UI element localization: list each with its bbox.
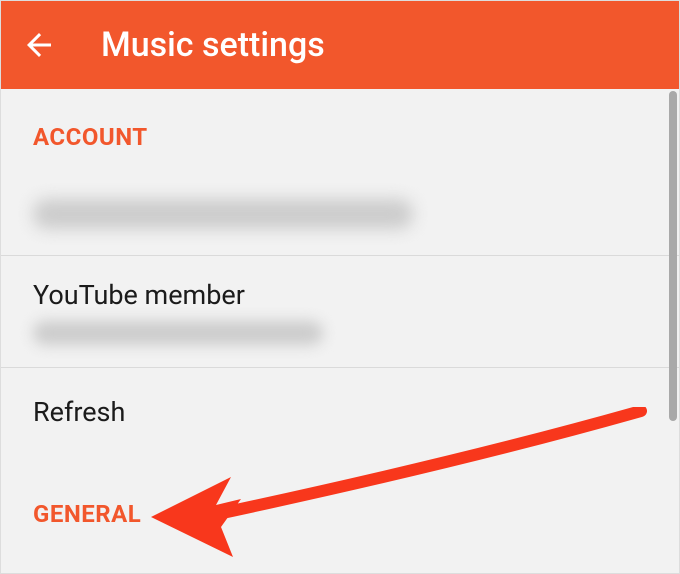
youtube-member-subtitle-redacted	[33, 321, 323, 345]
app-bar: Music settings	[1, 1, 679, 89]
youtube-member-title: YouTube member	[33, 278, 647, 313]
settings-screen: Music settings ACCOUNT YouTube member Re…	[0, 0, 680, 574]
scrollbar[interactable]	[669, 91, 677, 421]
refresh-label: Refresh	[33, 396, 125, 428]
youtube-member-item[interactable]: YouTube member	[1, 256, 679, 368]
account-email-redacted	[33, 199, 413, 229]
section-header-general: GENERAL	[1, 456, 679, 538]
back-arrow-icon[interactable]	[21, 27, 57, 63]
page-title: Music settings	[101, 25, 325, 65]
refresh-item[interactable]: Refresh	[1, 368, 679, 456]
section-header-account: ACCOUNT	[1, 89, 679, 173]
content-area: ACCOUNT YouTube member Refresh GENERAL	[1, 89, 679, 573]
account-email-item[interactable]	[1, 173, 679, 256]
